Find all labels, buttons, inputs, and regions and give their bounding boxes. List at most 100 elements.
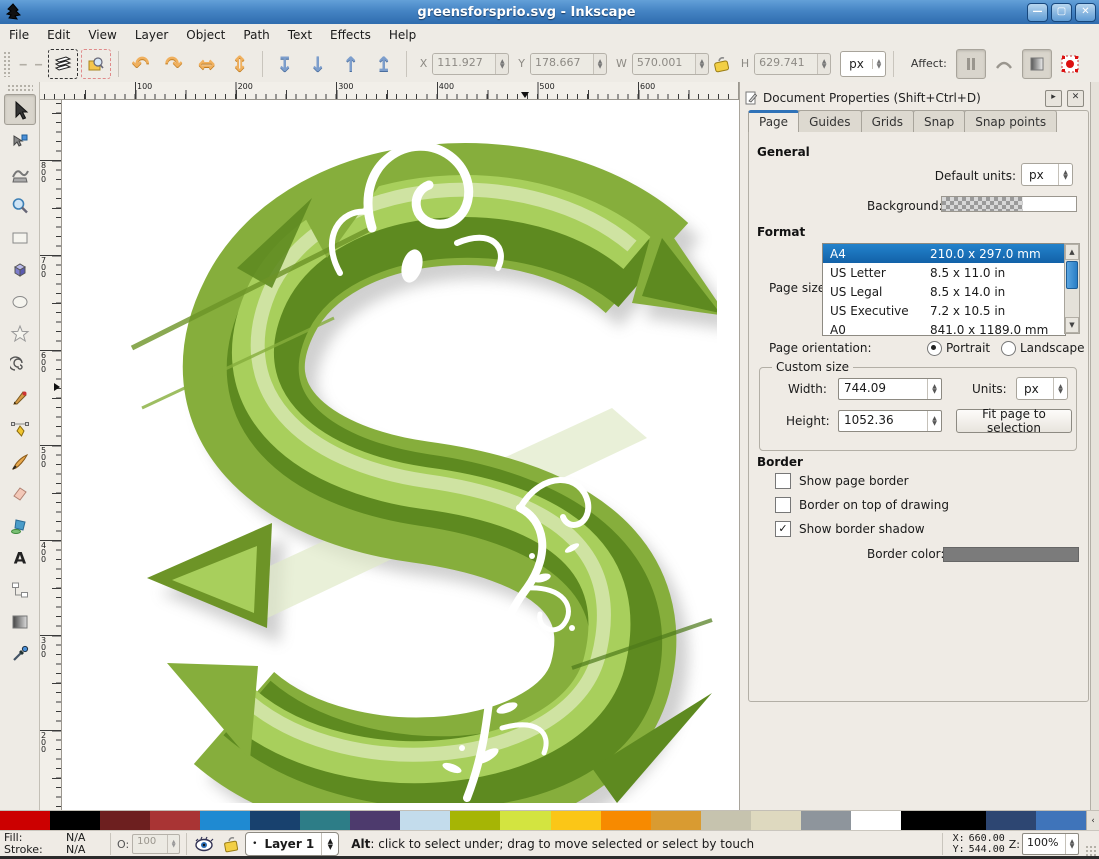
tab-page[interactable]: Page [748,110,799,132]
y-field[interactable]: 178.667▲▼ [530,53,607,75]
portrait-radio[interactable] [927,341,942,356]
menu-layer[interactable]: Layer [126,26,177,44]
scrollbar-thumb[interactable] [1066,261,1078,289]
tab-guides[interactable]: Guides [798,110,862,132]
palette-swatch[interactable] [986,811,1036,831]
dock-scrollbar[interactable] [1090,82,1099,810]
minimize-button[interactable]: — [1027,3,1048,22]
affect-move-toggle[interactable] [956,49,986,79]
lower-button[interactable]: ↓ [303,49,333,79]
flip-vertical-button[interactable]: ⇕ [225,49,255,79]
tool-rectangle[interactable] [4,222,36,253]
tool-node-editor[interactable] [4,126,36,157]
palette-swatch[interactable] [601,811,651,831]
lower-to-bottom-button[interactable]: ↧ [270,49,300,79]
maximize-button[interactable]: ▢ [1051,3,1072,22]
rotate-ccw-button[interactable]: ↶ [126,49,156,79]
tool-eraser[interactable] [4,478,36,509]
menu-file[interactable]: File [0,26,38,44]
palette-swatch[interactable] [250,811,300,831]
tool-dropper[interactable] [4,638,36,669]
palette-scroll-left-arrow[interactable]: ‹ [1086,811,1099,831]
height-field[interactable]: 1052.36▲▼ [838,410,942,432]
tool-paint-bucket[interactable] [4,510,36,541]
palette-swatch[interactable] [100,811,150,831]
palette-swatch[interactable] [200,811,250,831]
palette-swatch[interactable] [901,811,986,831]
palette-swatch[interactable] [551,811,601,831]
toolbox-grip[interactable] [7,84,33,91]
canvas[interactable] [62,100,739,810]
page-size-row-us-letter[interactable]: US Letter8.5 x 11.0 in [823,263,1065,282]
scroll-up-arrow[interactable]: ▲ [1065,244,1079,260]
checkbox-border-on-top-of-drawing[interactable] [775,497,791,513]
menu-effects[interactable]: Effects [321,26,380,44]
menu-path[interactable]: Path [234,26,278,44]
tool-zoom[interactable] [4,190,36,221]
w-field[interactable]: 570.001▲▼ [632,53,709,75]
palette-swatch[interactable] [751,811,801,831]
page-size-list[interactable]: A4210.0 x 297.0 mmUS Letter8.5 x 11.0 in… [822,243,1066,336]
menu-help[interactable]: Help [380,26,425,44]
horizontal-ruler[interactable]: 100200300400500600 [40,82,739,100]
palette-swatch[interactable] [450,811,500,831]
tool-text[interactable]: A [4,542,36,573]
page-size-row-a0[interactable]: A0841.0 x 1189.0 mm [823,320,1065,336]
close-button[interactable]: ✕ [1075,3,1096,22]
width-field[interactable]: 744.09▲▼ [838,378,942,400]
dialog-close-button[interactable]: ✕ [1067,90,1084,107]
menu-object[interactable]: Object [177,26,234,44]
affect-corners-toggle[interactable] [989,49,1019,79]
vertical-ruler[interactable]: 800700600500400300200 [40,100,62,810]
palette-swatch[interactable] [150,811,200,831]
toolbar-grip[interactable] [3,51,11,77]
landscape-radio[interactable] [1001,341,1016,356]
tool-calligraphy[interactable] [4,446,36,477]
border-color-swatch[interactable] [943,547,1079,562]
tab-snap-points[interactable]: Snap points [964,110,1057,132]
affect-gradient-toggle[interactable] [1022,49,1052,79]
menu-text[interactable]: Text [279,26,321,44]
tab-snap[interactable]: Snap [913,110,965,132]
select-all-button[interactable] [48,49,78,79]
page-size-row-a4[interactable]: A4210.0 x 297.0 mm [823,244,1065,263]
default-units-dropdown[interactable]: px▲▼ [1021,163,1073,186]
h-field[interactable]: 629.741▲▼ [754,53,831,75]
rotate-cw-button[interactable]: ↷ [159,49,189,79]
menu-edit[interactable]: Edit [38,26,79,44]
raise-button[interactable]: ↑ [336,49,366,79]
lock-ratio-icon[interactable] [712,55,732,73]
opacity-field[interactable]: 100▲▼ [132,834,180,854]
background-color-swatch[interactable] [941,196,1077,212]
palette-swatch[interactable] [0,811,50,831]
x-field[interactable]: 111.927▲▼ [432,53,509,75]
checkbox-show-border-shadow[interactable]: ✓ [775,521,791,537]
page-size-row-us-executive[interactable]: US Executive7.2 x 10.5 in [823,301,1065,320]
palette-swatch[interactable] [400,811,450,831]
palette-swatch[interactable] [500,811,550,831]
tool-ellipse[interactable] [4,286,36,317]
palette-swatch[interactable] [801,811,851,831]
page-size-scrollbar[interactable]: ▲ ▼ [1064,243,1080,334]
layer-selector[interactable]: • Layer 1 ▲▼ [245,832,339,856]
palette-swatch[interactable] [651,811,701,831]
checkbox-show-page-border[interactable] [775,473,791,489]
tool-star[interactable] [4,318,36,349]
units-dropdown[interactable]: px▲▼ [840,51,886,77]
fit-page-button[interactable]: Fit page to selection [956,409,1072,433]
tool-pencil[interactable] [4,382,36,413]
tool-spiral[interactable] [4,350,36,381]
tool-gradient[interactable] [4,606,36,637]
select-all-layers-button[interactable] [81,49,111,79]
palette-swatch[interactable] [350,811,400,831]
layer-visibility-eye-icon[interactable] [193,836,215,852]
palette-swatch[interactable] [701,811,751,831]
layer-lock-icon[interactable] [221,835,241,853]
tool-tweak[interactable] [4,158,36,189]
palette-swatch[interactable] [851,811,901,831]
dialog-menu-button[interactable]: ▸ [1045,90,1062,107]
tab-grids[interactable]: Grids [861,110,914,132]
zoom-field[interactable]: 100%▲▼ [1022,833,1079,855]
page-size-row-us-legal[interactable]: US Legal8.5 x 14.0 in [823,282,1065,301]
palette-swatch[interactable] [300,811,350,831]
